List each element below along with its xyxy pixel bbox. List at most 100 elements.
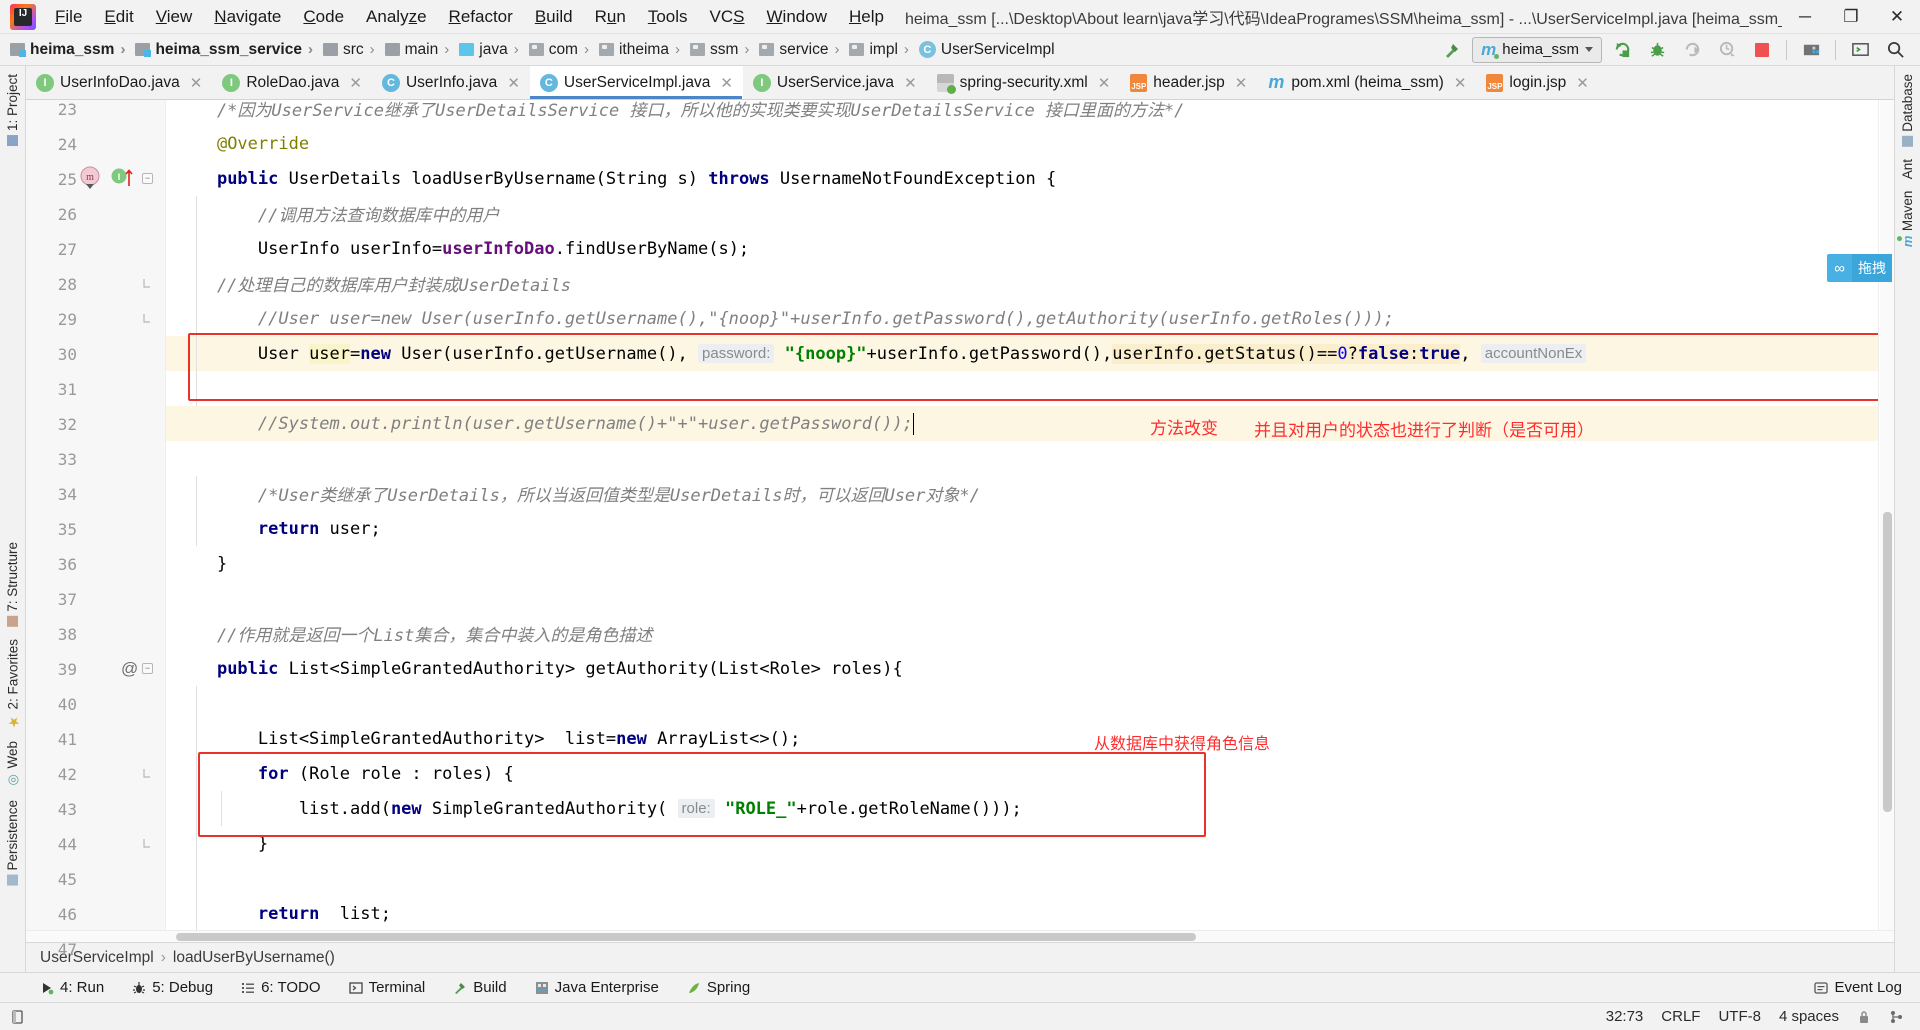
- menu-vcs[interactable]: VCS: [699, 4, 756, 30]
- code-fold-toggle[interactable]: [142, 838, 153, 849]
- line-separator[interactable]: CRLF: [1661, 1008, 1700, 1025]
- code-line[interactable]: return user;: [166, 511, 1878, 546]
- breadcrumb-item-impl[interactable]: impl ›: [847, 39, 916, 61]
- editor-horizontal-scrollbar[interactable]: [26, 930, 1894, 942]
- code-line[interactable]: }: [166, 826, 1878, 861]
- tool-window-web[interactable]: ◎ Web: [2, 735, 23, 794]
- close-icon[interactable]: ✕: [349, 74, 362, 92]
- terminal-button[interactable]: [1845, 37, 1875, 63]
- tab-userservice-java[interactable]: I UserService.java ✕: [743, 66, 927, 99]
- run-configuration-selector[interactable]: m heima_ssm: [1472, 36, 1602, 63]
- menu-run[interactable]: Run: [584, 4, 637, 30]
- breadcrumb-item-service[interactable]: service ›: [757, 39, 847, 61]
- project-structure-button[interactable]: [1796, 37, 1826, 63]
- file-encoding[interactable]: UTF-8: [1718, 1008, 1761, 1025]
- menu-code[interactable]: Code: [292, 4, 355, 30]
- indent-setting[interactable]: 4 spaces: [1779, 1008, 1839, 1025]
- breadcrumb-item-itheima[interactable]: itheima ›: [597, 39, 688, 61]
- tool-window-build[interactable]: Build: [449, 977, 510, 998]
- tool-window-spring[interactable]: Spring: [683, 977, 754, 998]
- code-line[interactable]: List<SimpleGrantedAuthority> list= new Ar…: [166, 721, 1878, 756]
- code-line[interactable]: [166, 686, 1878, 721]
- lock-icon[interactable]: [1857, 1009, 1871, 1025]
- code-text-area[interactable]: /*因为UserService继承了UserDetailsService 接口，…: [166, 100, 1878, 930]
- code-line[interactable]: //System.out.println(user.getUsername()+…: [166, 406, 1878, 441]
- close-icon[interactable]: ✕: [1454, 74, 1467, 92]
- close-icon[interactable]: ✕: [1098, 74, 1111, 92]
- code-line[interactable]: //处理自己的数据库用户封装成UserDetails: [166, 266, 1878, 301]
- code-line[interactable]: //User user=new User(userInfo.getUsernam…: [166, 301, 1878, 336]
- code-line[interactable]: [166, 371, 1878, 406]
- menu-refactor[interactable]: Refactor: [438, 4, 524, 30]
- tab-login-jsp[interactable]: JSP login.jsp ✕: [1476, 66, 1598, 99]
- menu-window[interactable]: Window: [756, 4, 838, 30]
- implemented-interface-icon[interactable]: I: [110, 166, 136, 192]
- menu-build[interactable]: Build: [524, 4, 584, 30]
- tool-window-favorites[interactable]: ★ 2: Favorites: [2, 633, 24, 736]
- event-log-button[interactable]: Event Log: [1810, 977, 1906, 998]
- profiler-icon[interactable]: [1712, 37, 1742, 63]
- code-line[interactable]: //作用就是返回一个List集合，集合中装入的是角色描述: [166, 616, 1878, 651]
- search-everywhere-button[interactable]: [1880, 37, 1910, 63]
- git-branch-icon[interactable]: [1889, 1009, 1904, 1025]
- code-line[interactable]: public UserDetails loadUserByUsername(St…: [166, 161, 1878, 196]
- editor-vertical-scrollbar[interactable]: [1880, 100, 1894, 930]
- tab-header-jsp[interactable]: JSP header.jsp ✕: [1120, 66, 1257, 99]
- code-line[interactable]: list.add(new SimpleGrantedAuthority( rol…: [166, 791, 1878, 826]
- breadcrumb-item-heima-ssm-service[interactable]: heima_ssm_service ›: [133, 39, 321, 61]
- code-fold-toggle[interactable]: −: [142, 173, 153, 184]
- debug-bug-icon[interactable]: [1642, 37, 1672, 63]
- minimize-button[interactable]: ─: [1782, 0, 1828, 34]
- code-editor[interactable]: 23 24 25 26 27 28 29 30 31 32 33 34 35 36 37 38 39 40 41 42…: [26, 100, 1894, 959]
- maximize-button[interactable]: ❐: [1828, 0, 1874, 34]
- tool-window-debug[interactable]: 5: Debug: [128, 977, 217, 998]
- line-number-gutter[interactable]: 23 24 25 26 27 28 29 30 31 32 33 34 35 36 37 38 39 40 41 42…: [26, 100, 166, 959]
- tool-window-persistence[interactable]: Persistence: [2, 794, 23, 892]
- breadcrumb-item-java[interactable]: java ›: [457, 39, 526, 61]
- code-line[interactable]: User user = new User(userInfo.getUsername(…: [166, 336, 1878, 371]
- tab-pom-xml[interactable]: m pom.xml (heima_ssm) ✕: [1257, 66, 1476, 99]
- code-line[interactable]: public List<SimpleGrantedAuthority> getA…: [166, 651, 1878, 686]
- tool-window-structure[interactable]: 7: Structure: [2, 536, 23, 633]
- coverage-icon[interactable]: [1677, 37, 1707, 63]
- breadcrumb-item-main[interactable]: main ›: [383, 39, 458, 61]
- code-line[interactable]: [166, 581, 1878, 616]
- breadcrumb-item-heima-ssm[interactable]: heima_ssm ›: [8, 39, 133, 61]
- tab-userserviceimpl-java[interactable]: C UserServiceImpl.java ✕: [529, 66, 743, 99]
- tab-userinfo-java[interactable]: C UserInfo.java ✕: [372, 66, 530, 99]
- close-icon[interactable]: ✕: [190, 74, 203, 92]
- breadcrumb-method[interactable]: loadUserByUsername(): [173, 949, 335, 967]
- menu-view[interactable]: View: [145, 4, 204, 30]
- menu-file[interactable]: File: [44, 4, 93, 30]
- caret-position[interactable]: 32:73: [1606, 1008, 1644, 1025]
- override-method-icon[interactable]: m: [78, 165, 104, 191]
- close-icon[interactable]: ✕: [507, 74, 520, 92]
- code-line[interactable]: UserInfo userInfo= userInfoDao .findUserBy…: [166, 231, 1878, 266]
- code-line[interactable]: [166, 441, 1878, 476]
- scrollbar-thumb[interactable]: [1883, 512, 1892, 812]
- code-line[interactable]: /*User类继承了UserDetails，所以当返回值类型是UserDetai…: [166, 476, 1878, 511]
- tool-window-maven[interactable]: m Maven: [1897, 185, 1918, 253]
- close-button[interactable]: ✕: [1874, 0, 1920, 34]
- scrollbar-thumb[interactable]: [176, 933, 1196, 941]
- menu-edit[interactable]: Edit: [93, 4, 144, 30]
- breadcrumb-item-com[interactable]: com ›: [527, 39, 597, 61]
- code-fold-toggle[interactable]: [142, 313, 153, 324]
- tab-userinfodao-java[interactable]: I UserInfoDao.java ✕: [26, 66, 212, 99]
- tool-window-ant[interactable]: Ant: [1897, 153, 1918, 185]
- hide-toolwindows-icon[interactable]: [10, 1009, 25, 1025]
- code-line[interactable]: /*因为UserService继承了UserDetailsService 接口，…: [166, 100, 1878, 126]
- close-icon[interactable]: ✕: [720, 74, 733, 92]
- menu-analyze[interactable]: Analyze: [355, 4, 438, 30]
- tool-window-todo[interactable]: 6: TODO: [237, 977, 324, 998]
- tab-spring-security-xml[interactable]: spring-security.xml ✕: [927, 66, 1121, 99]
- build-hammer-icon[interactable]: [1437, 37, 1467, 63]
- code-line[interactable]: return list;: [166, 896, 1878, 930]
- run-button[interactable]: [1607, 37, 1637, 63]
- tab-roledao-java[interactable]: I RoleDao.java ✕: [212, 66, 372, 99]
- menu-navigate[interactable]: Navigate: [203, 4, 292, 30]
- menu-help[interactable]: Help: [838, 4, 895, 30]
- code-line[interactable]: //调用方法查询数据库中的用户: [166, 196, 1878, 231]
- menu-tools[interactable]: Tools: [637, 4, 699, 30]
- code-line[interactable]: [166, 861, 1878, 896]
